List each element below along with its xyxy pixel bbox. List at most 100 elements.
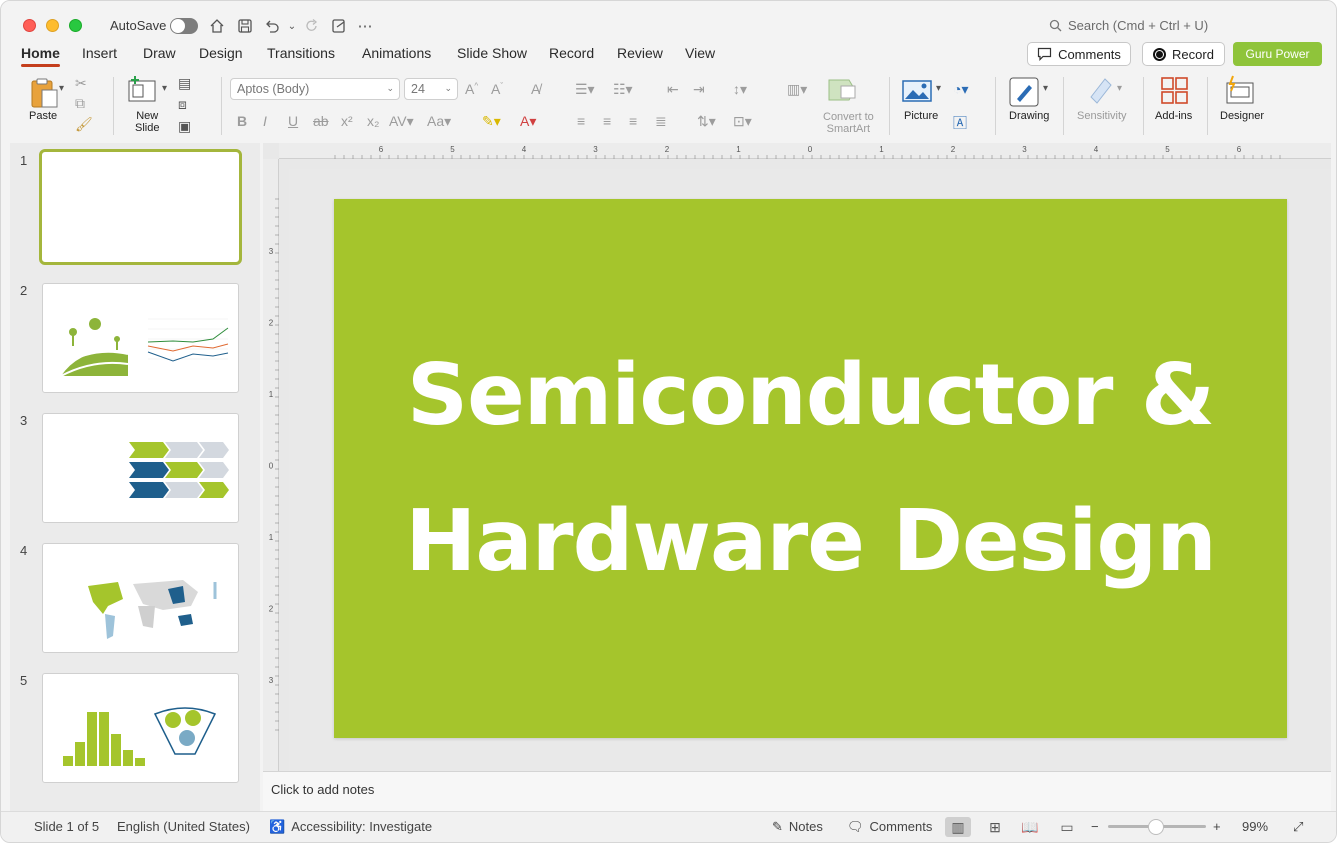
increase-indent-icon[interactable]: ⇥ xyxy=(693,81,705,98)
tab-slide-show[interactable]: Slide Show xyxy=(457,45,527,61)
zoom-slider-knob[interactable] xyxy=(1148,819,1164,835)
tab-insert[interactable]: Insert xyxy=(82,45,117,61)
highlight-icon[interactable]: ✎▾ xyxy=(482,113,501,130)
picture-chevron-icon[interactable]: ▾ xyxy=(936,83,941,94)
section-icon[interactable]: ▣ xyxy=(178,118,191,135)
tab-review[interactable]: Review xyxy=(617,45,663,61)
line-spacing-icon[interactable]: ↕▾ xyxy=(733,81,747,98)
align-text-icon[interactable]: ⊡▾ xyxy=(733,113,752,130)
undo-dropdown-chevron-icon[interactable]: ⌄ xyxy=(281,15,303,37)
current-slide[interactable]: Semiconductor & Hardware Design xyxy=(334,199,1287,738)
customize-toolbar-icon[interactable] xyxy=(328,15,350,37)
accessibility-status[interactable]: ♿ Accessibility: Investigate xyxy=(269,819,432,835)
layout-icon[interactable]: ▤ xyxy=(178,75,191,92)
convert-smartart-button[interactable] xyxy=(827,77,863,106)
font-color-icon[interactable]: A▾ xyxy=(520,113,536,130)
cut-icon[interactable]: ✂ xyxy=(75,75,87,92)
change-case-icon[interactable]: Aa▾ xyxy=(427,113,451,130)
minimize-window-button[interactable] xyxy=(46,19,59,32)
comments-button[interactable]: Comments xyxy=(1027,42,1131,66)
slide-title-line-2[interactable]: Hardware Design xyxy=(405,469,1217,615)
normal-view-button[interactable]: ▥ xyxy=(945,817,971,837)
font-size-select[interactable]: 24 ⌄ xyxy=(404,78,458,100)
slide-title-line-1[interactable]: Semiconductor & xyxy=(407,323,1215,469)
new-slide-button[interactable] xyxy=(127,75,157,106)
bullets-icon[interactable]: ☰▾ xyxy=(575,81,595,98)
character-spacing-icon[interactable]: AV▾ xyxy=(389,113,414,130)
new-slide-label: New Slide xyxy=(135,110,160,134)
reset-slide-icon[interactable]: ⧈ xyxy=(178,96,187,113)
bold-icon[interactable]: B xyxy=(237,113,247,129)
strikethrough-icon[interactable]: ab xyxy=(313,113,329,129)
subscript-icon[interactable]: x₂ xyxy=(367,113,379,129)
tab-draw[interactable]: Draw xyxy=(143,45,176,61)
language-status[interactable]: English (United States) xyxy=(117,819,250,834)
clear-formatting-icon[interactable]: A̸ xyxy=(531,81,540,97)
comments-toggle-button[interactable]: 🗨 Comments xyxy=(847,819,932,835)
numbering-icon[interactable]: ☷▾ xyxy=(613,81,633,98)
paste-label: Paste xyxy=(29,110,58,122)
tab-view[interactable]: View xyxy=(685,45,715,61)
underline-icon[interactable]: U xyxy=(288,113,298,129)
decrease-font-size-icon[interactable]: Aˇ xyxy=(491,81,503,97)
text-box-icon[interactable]: 🄰 xyxy=(953,113,967,133)
addins-button[interactable] xyxy=(1160,77,1190,108)
tab-animations[interactable]: Animations xyxy=(362,45,431,61)
new-slide-chevron-icon[interactable]: ▾ xyxy=(162,83,167,94)
justify-icon[interactable]: ≣ xyxy=(655,113,667,130)
redo-icon[interactable] xyxy=(301,15,323,37)
reading-view-button[interactable]: 📖 xyxy=(1017,817,1043,837)
sensitivity-button[interactable] xyxy=(1087,75,1115,108)
designer-button[interactable] xyxy=(1225,75,1257,108)
columns-icon[interactable]: ▥▾ xyxy=(787,81,807,98)
zoom-window-button[interactable] xyxy=(69,19,82,32)
picture-button[interactable] xyxy=(902,79,932,106)
shapes-icon[interactable]: ◔▾ xyxy=(953,81,968,98)
slide-thumbnail-2[interactable] xyxy=(42,283,239,393)
tab-record[interactable]: Record xyxy=(549,45,594,61)
align-right-icon[interactable]: ≡ xyxy=(629,113,637,129)
slide-thumbnail-3[interactable] xyxy=(42,413,239,523)
search-box[interactable]: Search (Cmd + Ctrl + U) xyxy=(1049,18,1208,33)
increase-font-size-icon[interactable]: A^ xyxy=(465,81,478,97)
paste-dropdown-chevron-icon[interactable]: ▾ xyxy=(59,83,64,94)
drawing-button[interactable] xyxy=(1009,77,1039,110)
decrease-indent-icon[interactable]: ⇤ xyxy=(667,81,679,98)
tab-home[interactable]: Home xyxy=(21,45,60,67)
superscript-icon[interactable]: x² xyxy=(341,113,353,129)
close-window-button[interactable] xyxy=(23,19,36,32)
tab-design[interactable]: Design xyxy=(199,45,243,61)
font-name-select[interactable]: Aptos (Body) ⌄ xyxy=(230,78,400,100)
notes-placeholder[interactable]: Click to add notes xyxy=(271,782,374,797)
slide-thumbnail-4[interactable] xyxy=(42,543,239,653)
slide-thumbnail-1[interactable] xyxy=(39,149,242,265)
guru-power-button[interactable]: Guru Power xyxy=(1233,42,1322,66)
text-direction-icon[interactable]: ⇅▾ xyxy=(697,113,716,130)
notes-toggle-button[interactable]: ✎ Notes xyxy=(772,819,823,835)
more-icon[interactable]: ⋯ xyxy=(354,15,376,37)
sensitivity-chevron-icon[interactable]: ▾ xyxy=(1117,83,1122,94)
drawing-chevron-icon[interactable]: ▾ xyxy=(1043,83,1048,94)
zoom-out-button[interactable]: − xyxy=(1091,819,1099,834)
undo-icon[interactable] xyxy=(261,15,283,37)
copy-icon[interactable]: ⧉ xyxy=(75,95,85,112)
record-button[interactable]: Record xyxy=(1142,42,1225,66)
tab-transitions[interactable]: Transitions xyxy=(267,45,335,61)
zoom-in-button[interactable]: + xyxy=(1213,819,1221,834)
format-painter-icon[interactable]: 🖌 xyxy=(75,116,93,133)
align-center-icon[interactable]: ≡ xyxy=(603,113,611,129)
zoom-level[interactable]: 99% xyxy=(1242,819,1268,834)
align-left-icon[interactable]: ≡ xyxy=(577,113,585,129)
fit-to-window-icon[interactable]: ⤢ xyxy=(1293,819,1303,835)
slide-sorter-view-button[interactable]: ⊞ xyxy=(982,817,1008,837)
notes-pane[interactable]: Click to add notes xyxy=(263,771,1331,811)
save-icon[interactable] xyxy=(234,15,256,37)
home-icon[interactable] xyxy=(206,15,228,37)
slide-5-preview xyxy=(63,707,217,766)
slide-thumbnail-5[interactable] xyxy=(42,673,239,783)
ruler-tick-label: 4 xyxy=(522,145,527,154)
autosave-toggle[interactable] xyxy=(170,18,198,34)
powerpoint-window: AutoSave ⌄ ⋯ Search (Cmd + Ctrl + U) Hom… xyxy=(0,0,1337,843)
slideshow-view-button[interactable]: ▭ xyxy=(1054,817,1080,837)
italic-icon[interactable]: I xyxy=(263,113,267,129)
